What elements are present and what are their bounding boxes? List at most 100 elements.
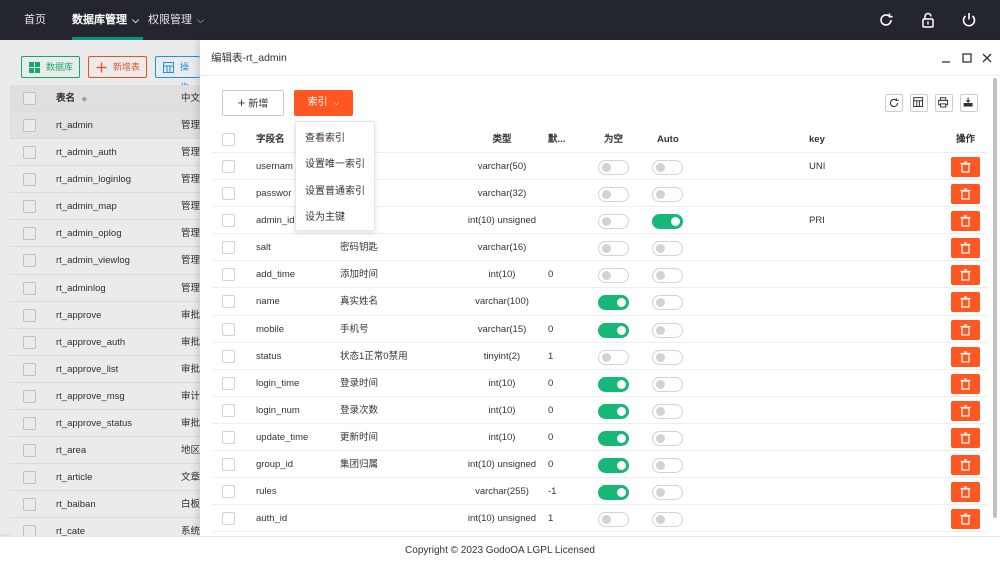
field-comment-cell[interactable]: 更新时间	[340, 424, 378, 451]
row-checkbox[interactable]	[222, 214, 235, 228]
auto-increment-toggle[interactable]	[652, 376, 683, 392]
row-checkbox[interactable]	[222, 268, 235, 282]
nullable-switch[interactable]	[598, 160, 629, 175]
field-name-cell[interactable]: login_time	[256, 370, 299, 397]
table-row[interactable]: rt_article 文章	[10, 464, 210, 492]
row-checkbox[interactable]	[23, 389, 36, 403]
field-type-cell[interactable]: int(10)	[442, 370, 562, 397]
delete-button[interactable]	[951, 400, 980, 421]
row-checkbox[interactable]	[222, 458, 235, 472]
auto-increment-toggle[interactable]	[652, 430, 683, 446]
table-row[interactable]: rt_admin_viewlog 管理	[10, 247, 210, 275]
delete-field-button[interactable]	[951, 211, 980, 232]
delete-button[interactable]	[951, 265, 980, 286]
row-checkbox[interactable]	[23, 254, 36, 268]
table-row[interactable]: rt_approve_auth 审批	[10, 328, 210, 356]
row-checkbox[interactable]	[222, 430, 235, 444]
table-row[interactable]: rt_approve_msg 审计	[10, 382, 210, 411]
nullable-toggle[interactable]	[598, 430, 629, 446]
field-type-cell[interactable]: varchar(100)	[442, 288, 562, 315]
field-comment-cell[interactable]: 密码钥匙	[340, 234, 378, 261]
field-type-cell[interactable]: int(10)	[442, 397, 562, 424]
delete-button[interactable]	[951, 482, 980, 503]
field-type-cell[interactable]: varchar(255)	[442, 478, 562, 505]
row-checkbox[interactable]	[23, 227, 36, 241]
field-default-cell[interactable]: -1	[548, 478, 556, 505]
nav-item-home[interactable]: 首页	[24, 0, 46, 40]
delete-field-button[interactable]	[951, 373, 980, 394]
field-type-cell[interactable]: int(10) unsigned	[442, 451, 562, 478]
delete-button[interactable]	[951, 292, 980, 313]
delete-field-button[interactable]	[951, 400, 980, 421]
delete-button[interactable]	[951, 157, 980, 177]
nullable-switch[interactable]	[598, 241, 629, 257]
nullable-switch[interactable]	[598, 512, 629, 528]
refresh-icon[interactable]	[877, 11, 895, 29]
field-comment-cell[interactable]: 登录次数	[340, 397, 378, 424]
nullable-switch[interactable]	[598, 214, 629, 230]
table-row[interactable]: rt_adminlog 管理	[10, 274, 210, 302]
nullable-switch[interactable]	[598, 268, 629, 284]
field-comment-cell[interactable]: 状态1正常0禁用	[340, 343, 408, 370]
nullable-toggle[interactable]	[598, 295, 629, 311]
auto-switch[interactable]	[652, 403, 683, 419]
nullable-switch[interactable]	[598, 322, 629, 338]
nullable-toggle[interactable]	[598, 322, 629, 338]
delete-field-button[interactable]	[951, 482, 980, 503]
nullable-switch[interactable]	[598, 430, 629, 446]
delete-field-button[interactable]	[951, 319, 980, 340]
row-checkbox[interactable]	[222, 485, 235, 499]
nav-item-database[interactable]: 数据库管理 ⌵	[72, 0, 143, 40]
close-icon[interactable]	[981, 52, 993, 64]
table-row[interactable]: rt_admin_loginlog 管理	[10, 166, 210, 194]
auto-switch[interactable]	[652, 187, 683, 203]
export-button[interactable]	[960, 94, 978, 112]
delete-button[interactable]	[951, 346, 980, 367]
delete-button[interactable]	[951, 184, 980, 205]
nullable-switch[interactable]	[598, 403, 629, 419]
auto-increment-toggle[interactable]	[652, 322, 683, 338]
field-name-cell[interactable]: update_time	[256, 424, 308, 451]
select-all-checkbox[interactable]	[23, 92, 36, 105]
modal-scrollbar[interactable]	[993, 78, 997, 518]
row-checkbox[interactable]	[222, 403, 235, 417]
delete-button[interactable]	[951, 211, 980, 232]
delete-field-button[interactable]	[951, 265, 980, 286]
nullable-switch[interactable]	[598, 376, 629, 392]
maximize-icon[interactable]	[961, 52, 973, 64]
auto-switch[interactable]	[652, 268, 683, 284]
nullable-switch[interactable]	[598, 295, 629, 311]
delete-field-button[interactable]	[951, 157, 980, 177]
field-type-cell[interactable]: int(10) unsigned	[442, 505, 562, 532]
auto-increment-toggle[interactable]	[652, 403, 683, 419]
select-all-fields-checkbox[interactable]	[222, 133, 235, 146]
row-checkbox[interactable]	[23, 335, 36, 349]
delete-field-button[interactable]	[951, 455, 980, 476]
delete-field-button[interactable]	[951, 427, 980, 448]
field-default-cell[interactable]: 0	[548, 261, 553, 288]
row-checkbox[interactable]	[23, 471, 36, 485]
field-name-cell[interactable]: passwor	[256, 180, 291, 207]
row-checkbox[interactable]	[222, 160, 235, 173]
field-default-cell[interactable]: 1	[548, 343, 553, 370]
field-comment-cell[interactable]: 集团归属	[340, 451, 378, 478]
field-type-cell[interactable]: varchar(50)	[442, 153, 562, 180]
auto-switch[interactable]	[652, 512, 683, 528]
print-button[interactable]	[935, 94, 953, 112]
delete-field-button[interactable]	[951, 238, 980, 259]
field-default-cell[interactable]: 0	[548, 316, 553, 343]
field-default-cell[interactable]: 0	[548, 424, 553, 451]
index-dropdown-button[interactable]: 索引 ⌵	[294, 90, 353, 116]
auto-switch[interactable]	[652, 322, 683, 338]
database-button[interactable]: 数据库	[21, 56, 81, 78]
auto-increment-toggle[interactable]	[652, 187, 683, 203]
table-row[interactable]: rt_approve_list 审批	[10, 355, 210, 383]
row-checkbox[interactable]	[23, 146, 36, 160]
nullable-toggle[interactable]	[598, 376, 629, 392]
auto-increment-toggle[interactable]	[652, 458, 683, 474]
field-name-cell[interactable]: mobile	[256, 316, 284, 343]
row-checkbox[interactable]	[23, 119, 36, 132]
lock-icon[interactable]	[919, 11, 937, 29]
row-checkbox[interactable]	[222, 187, 235, 201]
field-type-cell[interactable]: int(10)	[442, 261, 562, 288]
